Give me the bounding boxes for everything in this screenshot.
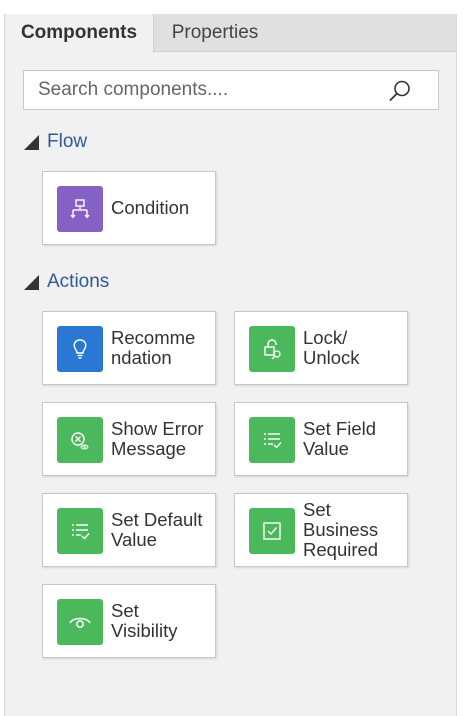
collapse-triangle-icon — [24, 275, 39, 290]
component-recommendation-label: Recomme ndation — [111, 327, 196, 368]
section-actions-label: Actions — [47, 271, 110, 292]
component-set-visibility-label: Set Visibility — [111, 600, 178, 641]
section-flow-label: Flow — [47, 131, 88, 152]
component-condition-label: Condition — [111, 197, 190, 218]
default-value-icon — [57, 508, 103, 554]
tab-components[interactable]: Components — [5, 14, 154, 53]
condition-icon — [57, 186, 103, 232]
section-actions-header[interactable]: Actions — [23, 270, 109, 294]
component-condition[interactable]: Condition — [42, 171, 216, 245]
error-message-icon — [57, 417, 103, 463]
component-set-field-value[interactable]: Set Field Value — [234, 402, 408, 476]
component-set-default-value[interactable]: Set Default Value — [42, 493, 216, 567]
component-recommendation[interactable]: Recomme ndation — [42, 311, 216, 385]
field-value-icon — [249, 417, 295, 463]
tab-bar: Components Properties — [5, 14, 456, 53]
component-set-visibility[interactable]: Set Visibility — [42, 584, 216, 658]
search-box — [23, 70, 439, 110]
collapse-triangle-icon — [24, 135, 39, 150]
component-set-business-required-label: Set Business Required — [303, 499, 379, 560]
search-input[interactable] — [38, 71, 378, 109]
search-icon[interactable] — [388, 79, 412, 103]
component-show-error-message-label: Show Error Message — [111, 418, 204, 459]
component-set-business-required[interactable]: Set Business Required — [234, 493, 408, 567]
component-show-error-message[interactable]: Show Error Message — [42, 402, 216, 476]
component-set-default-value-label: Set Default Value — [111, 509, 203, 550]
eye-icon — [57, 599, 103, 645]
tab-properties[interactable]: Properties — [154, 14, 276, 52]
component-set-field-value-label: Set Field Value — [303, 418, 377, 459]
lightbulb-icon — [57, 326, 103, 372]
lock-icon — [249, 326, 295, 372]
checkbox-icon — [249, 508, 295, 554]
section-flow-header[interactable]: Flow — [23, 130, 87, 154]
component-lock-unlock[interactable]: Lock/Unlock — [234, 311, 408, 385]
components-panel: Components Properties Flow Cond — [4, 14, 457, 716]
component-lock-unlock-label: Lock/Unlock — [303, 327, 360, 368]
